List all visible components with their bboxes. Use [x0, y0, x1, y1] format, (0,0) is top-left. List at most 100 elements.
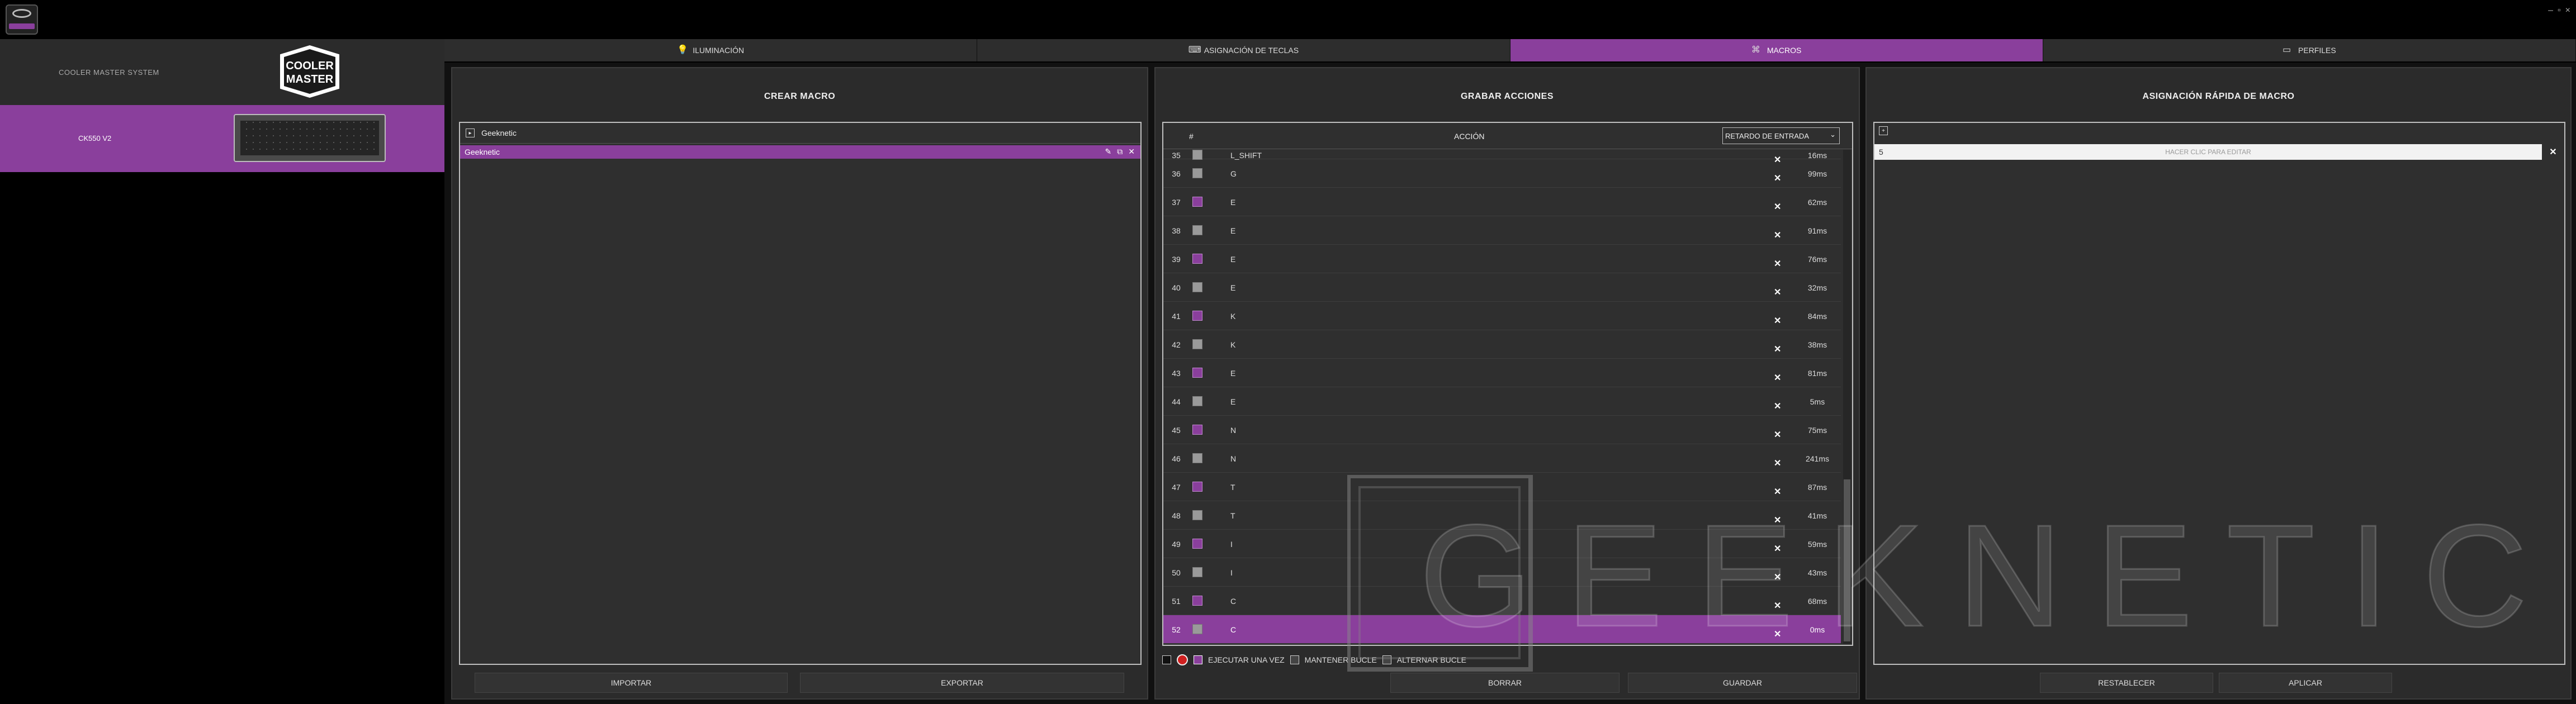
toggle-loop-checkbox[interactable]: [1382, 655, 1391, 664]
key-up-icon[interactable]: [1192, 368, 1202, 378]
table-row[interactable]: 42 K ✕ 38ms: [1163, 330, 1841, 359]
delete-button[interactable]: BORRAR: [1390, 673, 1620, 693]
maximize-icon[interactable]: ▫: [2558, 6, 2561, 22]
key-down-icon[interactable]: [1192, 225, 1202, 235]
table-row[interactable]: 36 G ✕ 99ms: [1163, 159, 1841, 188]
row-delay[interactable]: 87ms: [1801, 483, 1834, 492]
table-row[interactable]: 48 T ✕ 41ms: [1163, 501, 1841, 530]
key-up-icon[interactable]: [1192, 197, 1202, 207]
quick-assign-input[interactable]: 5 HACER CLIC PARA EDITAR: [1874, 144, 2542, 160]
delete-row-icon[interactable]: ✕: [1774, 600, 1781, 611]
delete-icon[interactable]: ✕: [1128, 147, 1135, 156]
key-down-icon[interactable]: [1192, 282, 1202, 292]
scrollbar-thumb[interactable]: [1844, 479, 1850, 641]
expand-icon[interactable]: ▸: [466, 129, 475, 137]
copy-icon[interactable]: ⧉: [1117, 147, 1123, 156]
scrollbar[interactable]: [1843, 150, 1851, 644]
device-item[interactable]: CK550 V2: [0, 105, 444, 172]
delete-row-icon[interactable]: ✕: [1774, 572, 1781, 583]
clear-icon[interactable]: ✕: [2544, 144, 2562, 160]
tab-perfiles[interactable]: ▭ PERFILES: [2043, 39, 2576, 61]
row-delay[interactable]: 38ms: [1801, 340, 1834, 349]
key-up-icon[interactable]: [1192, 254, 1202, 264]
delete-row-icon[interactable]: ✕: [1774, 515, 1781, 526]
key-down-icon[interactable]: [1192, 168, 1202, 178]
row-delay[interactable]: 76ms: [1801, 255, 1834, 264]
row-delay[interactable]: 75ms: [1801, 426, 1834, 435]
key-down-icon[interactable]: [1192, 150, 1202, 160]
table-row[interactable]: 52 C ✕ 0ms: [1163, 615, 1841, 644]
key-down-icon[interactable]: [1192, 567, 1202, 577]
table-row[interactable]: 45 N ✕ 75ms: [1163, 416, 1841, 444]
table-row[interactable]: 39 E ✕ 76ms: [1163, 245, 1841, 273]
table-row[interactable]: 35 L_SHIFT ✕ 16ms: [1163, 150, 1841, 165]
key-up-icon[interactable]: [1192, 425, 1202, 435]
macro-item[interactable]: Geeknetic ✎ ⧉ ✕: [460, 145, 1140, 159]
table-row[interactable]: 50 I ✕ 43ms: [1163, 558, 1841, 587]
table-row[interactable]: 37 E ✕ 62ms: [1163, 188, 1841, 216]
table-row[interactable]: 40 E ✕ 32ms: [1163, 273, 1841, 302]
delete-row-icon[interactable]: ✕: [1774, 230, 1781, 241]
import-button[interactable]: IMPORTAR: [475, 673, 788, 693]
tab-macros[interactable]: ⌘ MACROS: [1510, 39, 2043, 61]
table-row[interactable]: 44 E ✕ 5ms: [1163, 387, 1841, 416]
tab-iluminacion[interactable]: 💡 ILUMINACIÓN: [444, 39, 978, 61]
macro-group[interactable]: ▸ Geeknetic: [460, 123, 1140, 144]
key-up-icon[interactable]: [1192, 311, 1202, 321]
row-delay[interactable]: 241ms: [1801, 454, 1834, 463]
table-row[interactable]: 43 E ✕ 81ms: [1163, 359, 1841, 387]
edit-icon[interactable]: ✎: [1105, 147, 1112, 156]
delete-row-icon[interactable]: ✕: [1774, 315, 1781, 326]
row-delay[interactable]: 62ms: [1801, 198, 1834, 207]
app-logo-icon[interactable]: [6, 4, 38, 35]
close-icon[interactable]: ×: [2565, 6, 2570, 22]
delay-dropdown[interactable]: RETARDO DE ENTRADA ⌄: [1722, 127, 1840, 144]
row-delay[interactable]: 0ms: [1801, 625, 1834, 634]
key-down-icon[interactable]: [1192, 396, 1202, 406]
minimize-icon[interactable]: –: [2548, 6, 2553, 22]
reset-button[interactable]: RESTABLECER: [2040, 673, 2213, 693]
save-button[interactable]: GUARDAR: [1628, 673, 1857, 693]
table-row[interactable]: 46 N ✕ 241ms: [1163, 444, 1841, 473]
key-down-icon[interactable]: [1192, 339, 1202, 349]
row-delay[interactable]: 81ms: [1801, 369, 1834, 378]
apply-button[interactable]: APLICAR: [2219, 673, 2392, 693]
delete-row-icon[interactable]: ✕: [1774, 429, 1781, 440]
key-up-icon[interactable]: [1192, 482, 1202, 492]
row-delay[interactable]: 68ms: [1801, 597, 1834, 606]
delete-row-icon[interactable]: ✕: [1774, 258, 1781, 269]
tab-asignacion-teclas[interactable]: ⌨ ASIGNACIÓN DE TECLAS: [977, 39, 1510, 61]
export-button[interactable]: EXPORTAR: [800, 673, 1124, 693]
key-down-icon[interactable]: [1192, 510, 1202, 520]
row-delay[interactable]: 99ms: [1801, 169, 1834, 178]
row-delay[interactable]: 32ms: [1801, 283, 1834, 292]
key-up-icon[interactable]: [1192, 539, 1202, 549]
table-row[interactable]: 47 T ✕ 87ms: [1163, 473, 1841, 501]
delete-row-icon[interactable]: ✕: [1774, 344, 1781, 355]
hold-loop-checkbox[interactable]: [1290, 655, 1299, 664]
key-down-icon[interactable]: [1192, 624, 1202, 634]
key-up-icon[interactable]: [1192, 596, 1202, 606]
row-delay[interactable]: 59ms: [1801, 540, 1834, 549]
delete-row-icon[interactable]: ✕: [1774, 543, 1781, 554]
delete-row-icon[interactable]: ✕: [1774, 173, 1781, 184]
delete-row-icon[interactable]: ✕: [1774, 458, 1781, 469]
delete-row-icon[interactable]: ✕: [1774, 201, 1781, 212]
row-delay[interactable]: 84ms: [1801, 312, 1834, 321]
table-row[interactable]: 49 I ✕ 59ms: [1163, 530, 1841, 558]
delete-row-icon[interactable]: ✕: [1774, 629, 1781, 640]
row-delay[interactable]: 43ms: [1801, 568, 1834, 577]
run-once-checkbox[interactable]: [1194, 655, 1202, 664]
table-row[interactable]: 38 E ✕ 91ms: [1163, 216, 1841, 245]
row-delay[interactable]: 16ms: [1801, 151, 1834, 160]
delete-row-icon[interactable]: ✕: [1774, 401, 1781, 412]
table-row[interactable]: 51 C ✕ 68ms: [1163, 587, 1841, 615]
row-delay[interactable]: 91ms: [1801, 226, 1834, 235]
table-row[interactable]: 41 K ✕ 84ms: [1163, 302, 1841, 330]
add-icon[interactable]: +: [1879, 126, 1888, 135]
row-delay[interactable]: 41ms: [1801, 511, 1834, 520]
delete-row-icon[interactable]: ✕: [1774, 372, 1781, 383]
stop-icon[interactable]: [1162, 655, 1171, 664]
record-icon[interactable]: [1177, 654, 1188, 665]
delete-row-icon[interactable]: ✕: [1774, 486, 1781, 497]
